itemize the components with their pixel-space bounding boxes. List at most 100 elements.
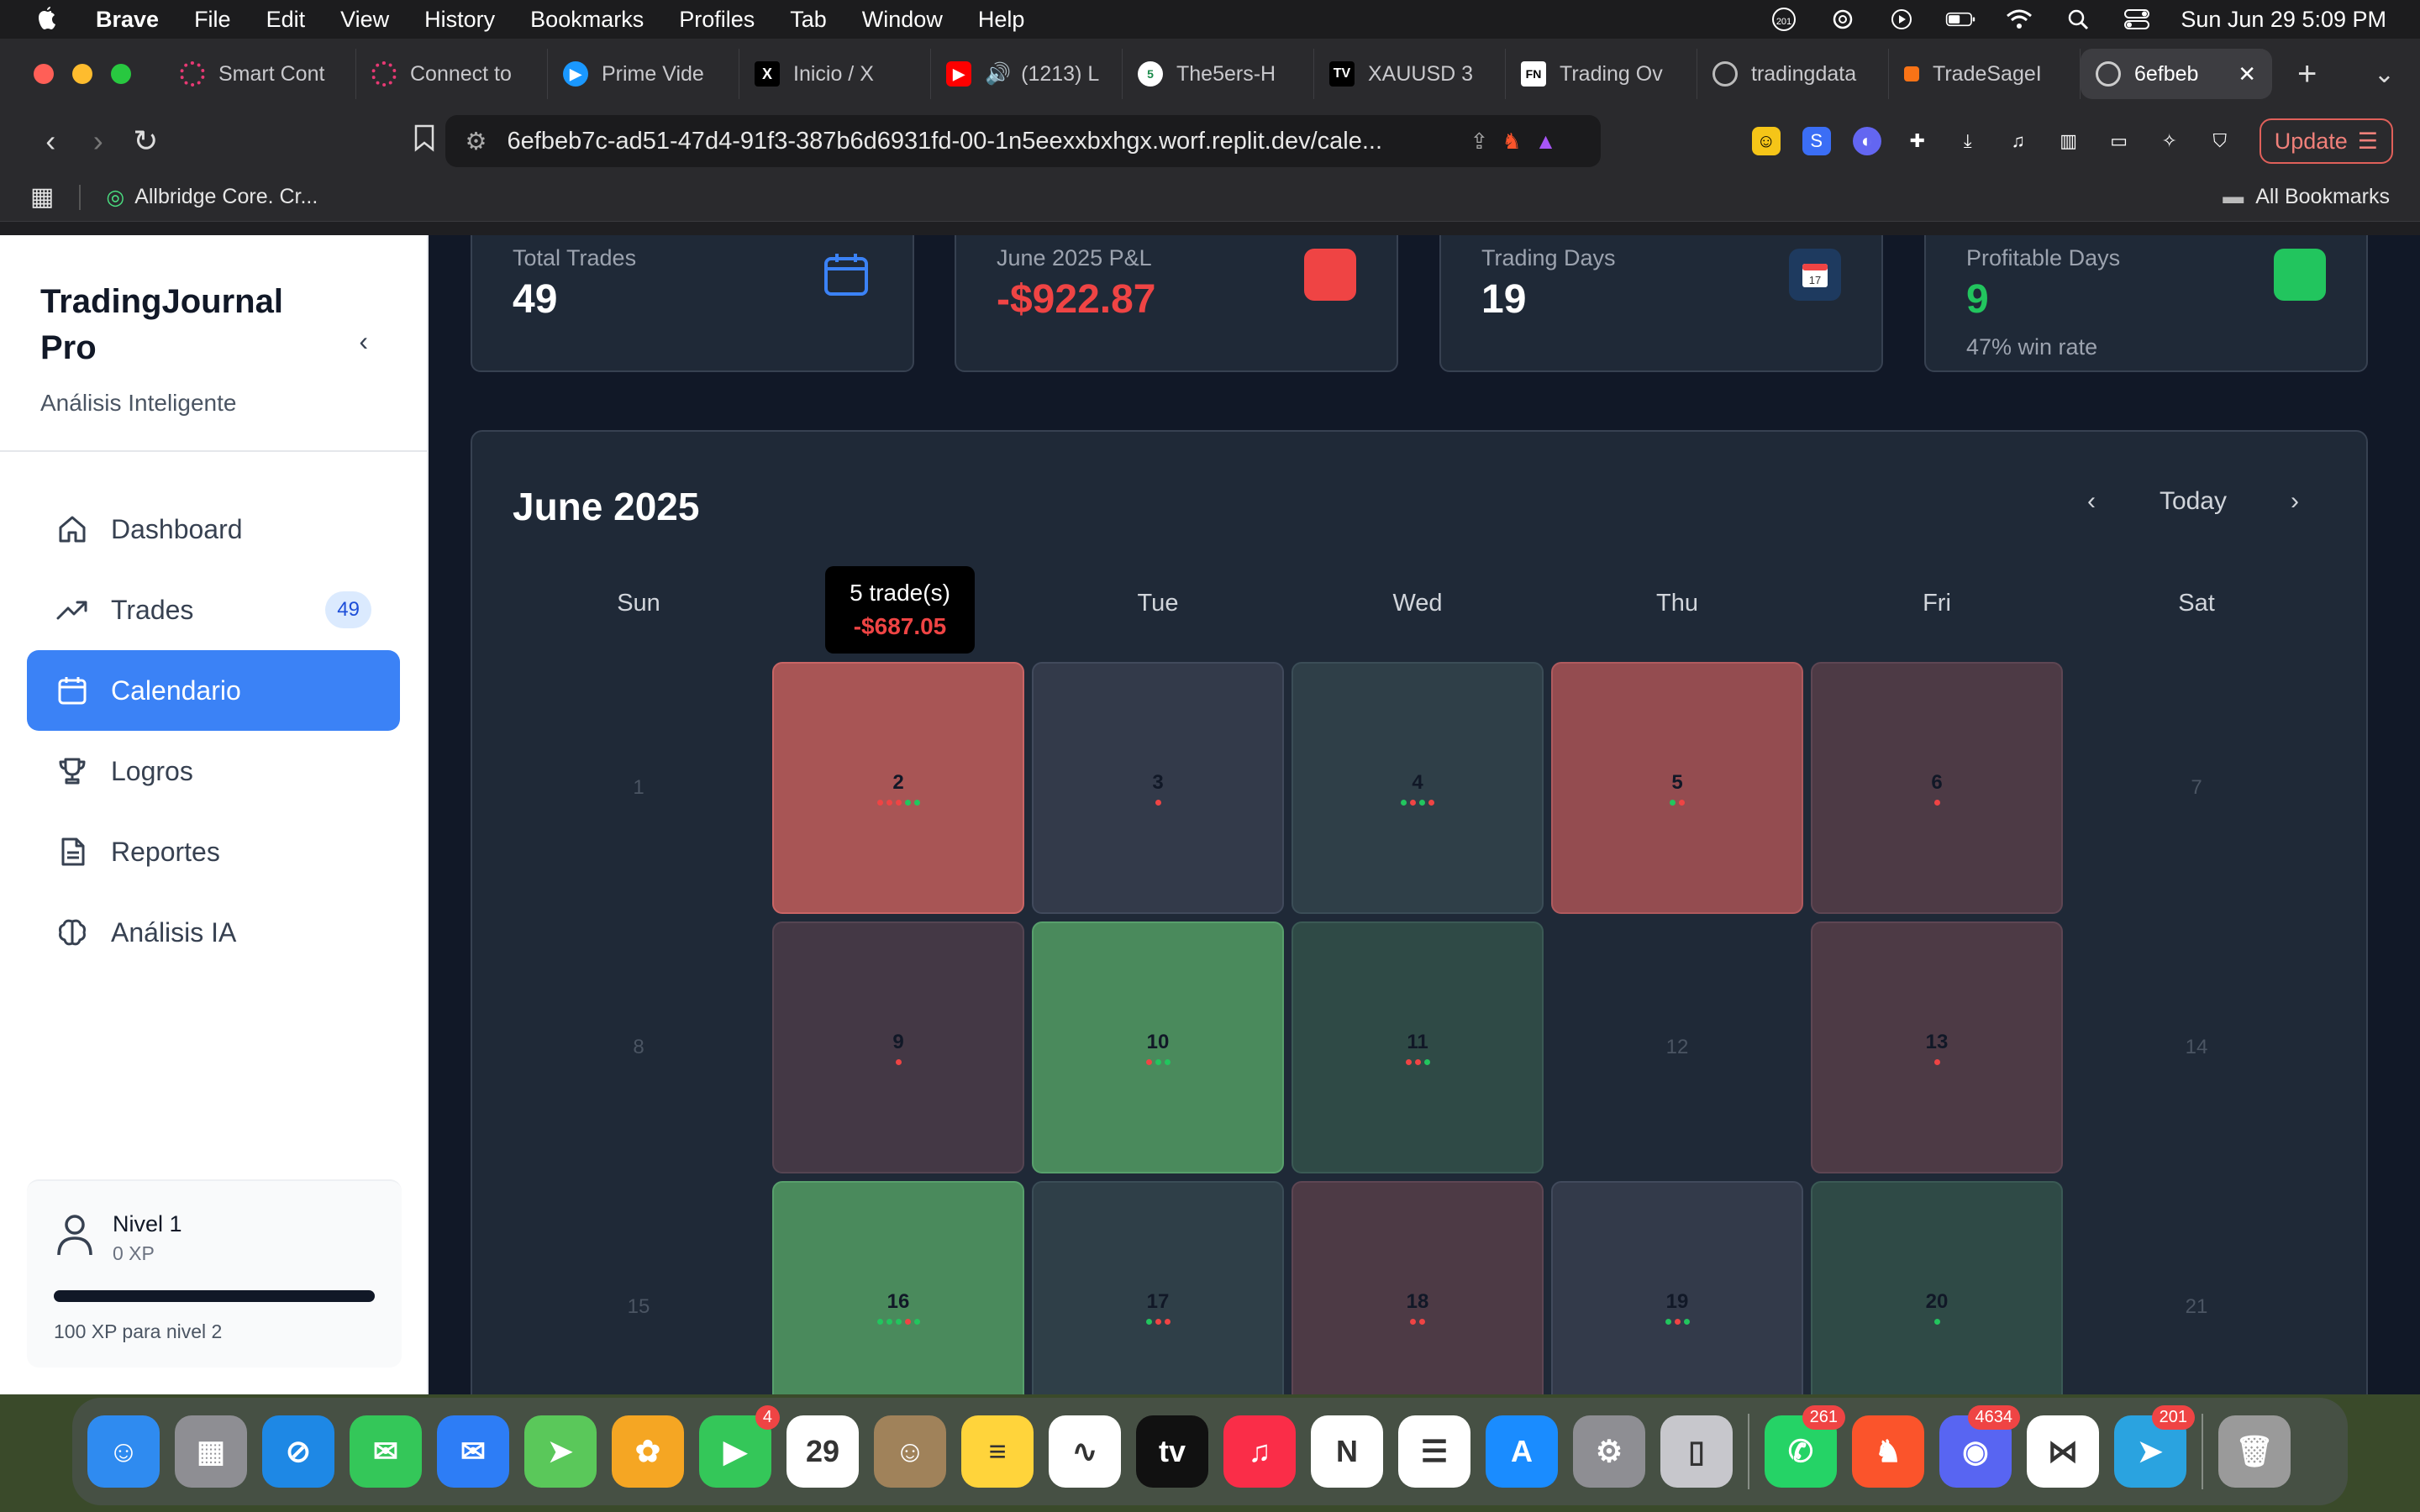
calendar-day-15[interactable]: 15	[513, 1181, 765, 1394]
download-icon[interactable]: ⤓	[1954, 127, 1982, 155]
extension-3-icon[interactable]: ◐	[1852, 127, 1881, 155]
calendar-day-18[interactable]: 18	[1292, 1181, 1544, 1394]
dock-finder-icon[interactable]: ☺	[87, 1415, 160, 1488]
dock-trash-icon[interactable]: 🗑	[2218, 1415, 2291, 1488]
calendar-day-8[interactable]: 8	[513, 921, 765, 1173]
forward-button[interactable]: ›	[75, 123, 123, 159]
dock-facetime-icon[interactable]: ▶ 4	[699, 1405, 780, 1488]
tab-smart-cont[interactable]: Smart Cont	[165, 49, 356, 99]
apps-grid-icon[interactable]: ▦	[30, 182, 54, 212]
brave-rewards-icon[interactable]: ▲	[1535, 129, 1557, 155]
dock-messages-icon[interactable]: ✉	[350, 1415, 422, 1488]
menu-tab[interactable]: Tab	[790, 7, 827, 33]
back-button[interactable]: ‹	[27, 123, 75, 159]
sidebar-item-trades[interactable]: Trades 49	[27, 570, 400, 650]
close-window-button[interactable]	[34, 64, 54, 84]
tab-tradingview[interactable]: TV XAUUSD 3	[1314, 49, 1506, 99]
extension-1-icon[interactable]: ☺	[1751, 127, 1781, 155]
sidebar-item-logros[interactable]: Logros	[27, 731, 400, 811]
menu-help[interactable]: Help	[978, 7, 1025, 33]
tab-active-calendar[interactable]: 6efbeb ✕	[2081, 49, 2272, 99]
reload-button[interactable]: ↻	[122, 123, 170, 159]
bookmark-allbridge[interactable]: Allbridge Core. Cr...	[134, 185, 318, 209]
sidebar-icon[interactable]: ▥	[2054, 127, 2083, 155]
sidebar-item-dashboard[interactable]: Dashboard	[27, 489, 400, 570]
dock-notes-icon[interactable]: ≡	[961, 1415, 1034, 1488]
chevron-down-icon[interactable]: ⌄	[2374, 60, 2395, 89]
menu-file[interactable]: File	[194, 7, 231, 33]
clock[interactable]: Sun Jun 29 5:09 PM	[2181, 7, 2386, 33]
tab-youtube[interactable]: ▶ 🔊 (1213) L	[931, 49, 1123, 99]
calendar-day-21[interactable]: 21	[2070, 1181, 2323, 1394]
tab-the5ers[interactable]: 5 The5ers-H	[1123, 49, 1314, 99]
dock-news-icon[interactable]: N	[1311, 1415, 1383, 1488]
apple-icon[interactable]	[34, 5, 59, 34]
menu-profiles[interactable]: Profiles	[679, 7, 755, 33]
calendar-day-1[interactable]: 1	[513, 662, 765, 914]
calendar-day-13[interactable]: 13	[1811, 921, 2063, 1173]
today-button[interactable]: Today	[2160, 487, 2227, 516]
tab-tradingdata[interactable]: tradingdata	[1697, 49, 1889, 99]
dock-calendar-icon[interactable]: 29	[786, 1415, 859, 1488]
search-icon[interactable]	[2063, 8, 2093, 31]
calendar-day-3[interactable]: 3	[1032, 662, 1284, 914]
extension-2-icon[interactable]: S	[1802, 127, 1831, 155]
menu-app-name[interactable]: Brave	[96, 7, 159, 33]
menu-window[interactable]: Window	[862, 7, 943, 33]
menu-view[interactable]: View	[340, 7, 389, 33]
minimize-window-button[interactable]	[72, 64, 92, 84]
dock-discord-icon[interactable]: ◉ 4634	[1939, 1405, 2020, 1488]
tab-prime-video[interactable]: ▶ Prime Vide	[548, 49, 739, 99]
notification-icon[interactable]: 201	[1769, 8, 1799, 31]
url-text[interactable]: 6efbeb7c-ad51-47d4-91f3-387b6d6931fd-00-…	[508, 128, 1457, 155]
new-tab-button[interactable]: +	[2297, 55, 2317, 93]
dock-photos-icon[interactable]: ✿	[612, 1415, 684, 1488]
address-bar[interactable]: ⚙ 6efbeb7c-ad51-47d4-91f3-387b6d6931fd-0…	[445, 115, 1601, 167]
dock-contacts-icon[interactable]: ☺	[874, 1415, 946, 1488]
menu-edit[interactable]: Edit	[266, 7, 306, 33]
music-icon[interactable]: ♫	[2004, 127, 2033, 155]
dock-safari-icon[interactable]: ⊘	[262, 1415, 334, 1488]
battery-icon[interactable]	[1945, 8, 1975, 31]
calendar-day-12[interactable]: 12	[1551, 921, 1803, 1173]
speaker-icon[interactable]: 🔊	[985, 62, 1011, 87]
dock-app-store-icon[interactable]: A	[1486, 1415, 1558, 1488]
collapse-sidebar-icon[interactable]: ‹	[359, 326, 368, 357]
prev-month-button[interactable]: ‹	[2087, 487, 2096, 516]
dock-freeform-icon[interactable]: ∿	[1049, 1415, 1121, 1488]
tab-tradesage[interactable]: TradeSageI	[1889, 49, 2081, 99]
all-bookmarks-button[interactable]: ▬ All Bookmarks	[2223, 185, 2390, 209]
vpn-icon[interactable]: ⛉	[2206, 127, 2234, 155]
dock-mail-icon[interactable]: ✉	[437, 1415, 509, 1488]
wallet-icon[interactable]: ▭	[2105, 127, 2133, 155]
calendar-day-5[interactable]: 5	[1551, 662, 1803, 914]
puzzle-icon[interactable]: ✚	[1903, 127, 1932, 155]
sidebar-item-calendario[interactable]: Calendario	[27, 650, 400, 731]
control-center-icon[interactable]	[2122, 8, 2152, 31]
dock-maps-icon[interactable]: ➤	[524, 1415, 597, 1488]
sidebar-item-analisis-ia[interactable]: Análisis IA	[27, 892, 400, 973]
sidebar-item-reportes[interactable]: Reportes	[27, 811, 400, 892]
dock-tv-icon[interactable]: tv	[1136, 1415, 1208, 1488]
calendar-day-14[interactable]: 14	[2070, 921, 2323, 1173]
calendar-day-11[interactable]: 11	[1292, 921, 1544, 1173]
dock-reminders-icon[interactable]: ☰	[1398, 1415, 1470, 1488]
calendar-day-19[interactable]: 19	[1551, 1181, 1803, 1394]
tab-trading-ov[interactable]: FN Trading Ov	[1506, 49, 1697, 99]
tab-connect-to[interactable]: Connect to	[356, 49, 548, 99]
calendar-day-17[interactable]: 17	[1032, 1181, 1284, 1394]
update-button[interactable]: Update ☰	[2259, 118, 2393, 164]
play-icon[interactable]	[1886, 8, 1917, 31]
site-settings-icon[interactable]: ⚙	[466, 127, 487, 156]
calendar-day-2[interactable]: 2	[772, 662, 1024, 914]
calendar-day-16[interactable]: 16	[772, 1181, 1024, 1394]
next-month-button[interactable]: ›	[2291, 487, 2299, 516]
zoom-window-button[interactable]	[111, 64, 131, 84]
dock-brave-icon[interactable]: ♞	[1852, 1415, 1924, 1488]
close-tab-icon[interactable]: ✕	[2238, 61, 2256, 87]
dock-telegram-icon[interactable]: ➤ 201	[2114, 1405, 2195, 1488]
dock-music-icon[interactable]: ♫	[1223, 1415, 1296, 1488]
calendar-day-10[interactable]: 10	[1032, 921, 1284, 1173]
calendar-day-9[interactable]: 9	[772, 921, 1024, 1173]
share-icon[interactable]: ⇪	[1470, 129, 1489, 155]
